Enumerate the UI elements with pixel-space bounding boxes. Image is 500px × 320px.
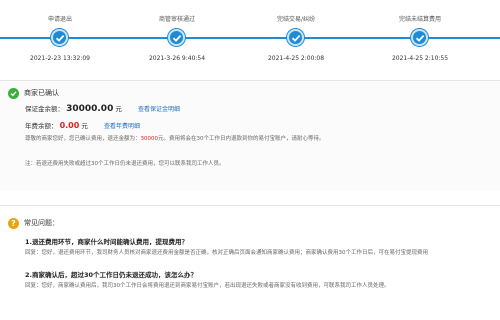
refund-message-suffix: 元。费用将会在30个工作日内退款到你的易付宝账户，请耐心等待。 bbox=[158, 136, 325, 142]
faq-question-2: 2.商家确认后，超过30个工作日仍未退还成功，该怎么办？ bbox=[25, 271, 198, 279]
step-time-1: 2021-2-23 13:32:09 bbox=[30, 55, 90, 62]
refund-message-prefix: 尊敬的商家您好，您已确认费用，退还金额为： bbox=[25, 136, 141, 142]
confirm-panel: 商家已确认 保证金余额： 30000.00 元 查看保证金明细 年费余额： 0.… bbox=[0, 80, 500, 190]
step-label-1: 申请退出 bbox=[47, 16, 72, 23]
deposit-row: 保证金余额： 30000.00 元 查看保证金明细 bbox=[25, 103, 180, 114]
faq-question-1: 1.退还费用环节，商家什么时间能确认费用，提现费用？ bbox=[25, 238, 188, 246]
deposit-unit: 元 bbox=[115, 105, 122, 113]
step-check-icon bbox=[287, 29, 304, 46]
deposit-value: 30000.00 bbox=[66, 104, 114, 114]
faq-answer-1: 回复：您好，退还费用环节，我司财务人员核对商家退还费用金额是否正确，核对正确后页… bbox=[25, 250, 429, 256]
step-check-icon bbox=[411, 29, 428, 46]
step-label-3: 完结交易/纠纷 bbox=[276, 16, 316, 23]
step-label-4: 完结未结算费用 bbox=[398, 16, 441, 23]
step-check-icon bbox=[51, 29, 68, 46]
faq-title: 常见问题： bbox=[24, 219, 59, 227]
question-icon: ? bbox=[8, 217, 19, 229]
step-time-4: 2021-4-25 2:10:55 bbox=[391, 55, 449, 62]
refund-message: 尊敬的商家您好，您已确认费用，退还金额为：30000元。费用将会在30个工作日内… bbox=[25, 134, 325, 142]
annual-unit: 元 bbox=[81, 122, 88, 130]
annual-value: 0.00 bbox=[59, 121, 80, 130]
checkmark-circle-icon bbox=[8, 87, 19, 99]
step-time-3: 2021-4-25 2:00:08 bbox=[267, 55, 325, 62]
faq-panel: ? 常见问题： 1.退还费用环节，商家什么时间能确认费用，提现费用？ 回复：您好… bbox=[0, 205, 500, 320]
annual-row: 年费余额： 0.00 元 查看年费明细 bbox=[25, 120, 140, 130]
annual-detail-link[interactable]: 查看年费明细 bbox=[104, 123, 140, 130]
deposit-detail-link[interactable]: 查看保证金明细 bbox=[138, 106, 180, 113]
refund-notice: 注：若退还费用失败或超过30个工作日仍未退还费用，您可以联系我司工作人员。 bbox=[25, 161, 225, 167]
annual-label: 年费余额： bbox=[25, 122, 58, 130]
step-label-2: 商管审核通过 bbox=[158, 16, 195, 23]
confirm-header: 商家已确认 bbox=[0, 84, 500, 102]
refund-amount: 30000 bbox=[140, 136, 159, 142]
progress-steps: 申请退出 2021-2-23 13:32:09 商管审核通过 2021-3-26… bbox=[0, 0, 500, 70]
deposit-label: 保证金余额： bbox=[25, 105, 64, 113]
step-time-2: 2021-3-26 9:40:54 bbox=[148, 55, 206, 62]
faq-header: ? 常见问题： bbox=[0, 214, 500, 232]
confirm-title: 商家已确认 bbox=[24, 89, 59, 97]
faq-answer-2: 回复：您好，商家确认费用后，我司30个工作日会将费用退还到商家易付宝账户，若出现… bbox=[25, 283, 390, 289]
step-check-icon bbox=[168, 29, 185, 46]
